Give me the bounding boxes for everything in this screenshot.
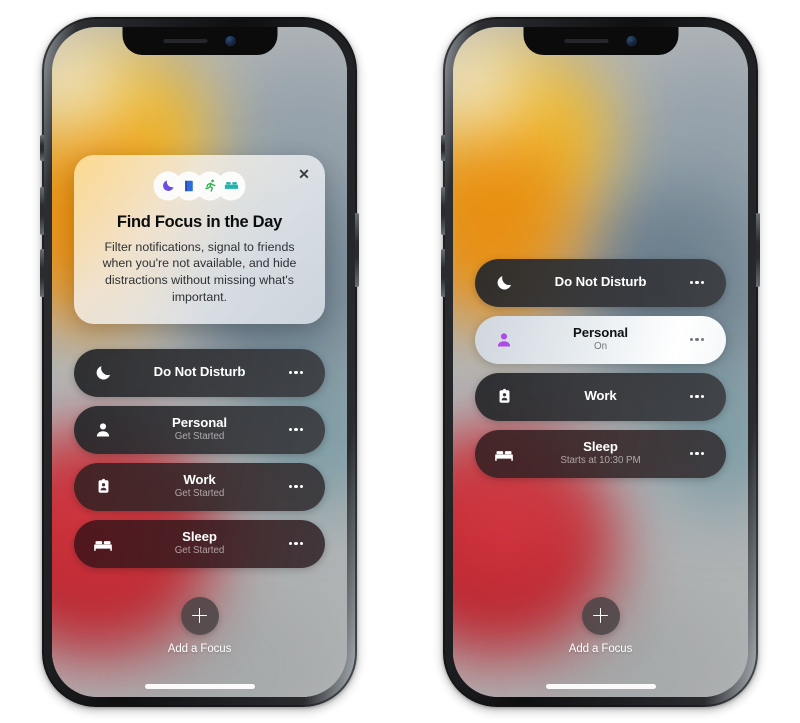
screenshot-stage: ✕ Find Focus in the Day Filter notificat… [0,0,800,723]
more-options-button[interactable] [283,541,309,546]
card-title: Find Focus in the Day [116,212,283,231]
phone-right: Do Not Disturb Personal On Work Sleep St… [441,16,760,707]
add-focus-label: Add a Focus [167,642,232,655]
focus-row-title: Do Not Disturb [153,364,246,380]
plus-icon [593,608,608,623]
focus-row-title: Do Not Disturb [554,274,647,290]
front-camera-icon [225,35,236,46]
power-button[interactable] [355,212,359,287]
moon-icon [90,363,116,382]
screen-left: ✕ Find Focus in the Day Filter notificat… [52,26,347,697]
id-badge-icon [491,388,517,405]
add-focus-label: Add a Focus [568,642,633,655]
focus-row-text: Sleep Starts at 10:30 PM [517,438,684,467]
bed-icon [218,172,244,199]
focus-row-text: Personal On [517,324,684,353]
focus-row-text: Do Not Disturb [116,365,283,380]
home-indicator[interactable] [545,684,656,689]
add-focus-button[interactable] [581,596,620,635]
volume-down-button[interactable] [441,248,445,297]
focus-row-personal-active[interactable]: Personal On [475,315,726,364]
screen-right: Do Not Disturb Personal On Work Sleep St… [453,26,748,697]
focus-row-do-not-disturb[interactable]: Do Not Disturb [74,348,325,397]
focus-row-title: Personal [172,414,227,430]
focus-row-text: Do Not Disturb [517,275,684,290]
focus-row-title: Work [183,471,216,487]
add-focus-section-right: Add a Focus [453,596,748,655]
more-options-button[interactable] [684,280,710,285]
focus-list-right: Do Not Disturb Personal On Work Sleep St… [475,258,726,478]
focus-screen-right: Do Not Disturb Personal On Work Sleep St… [453,27,748,697]
focus-row-work[interactable]: Work [475,372,726,421]
person-icon [90,421,116,439]
earpiece-speaker [163,38,208,43]
plus-icon [192,608,207,623]
focus-row-sleep[interactable]: Sleep Get Started [74,519,325,568]
find-focus-card: ✕ Find Focus in the Day Filter notificat… [74,154,325,324]
add-focus-section-left: Add a Focus [52,596,347,655]
silent-switch[interactable] [441,134,445,161]
volume-down-button[interactable] [40,248,44,297]
person-icon [491,331,517,349]
focus-row-title: Work [584,388,617,404]
close-icon[interactable]: ✕ [295,165,313,183]
focus-row-subtitle: Get Started [174,488,225,500]
focus-row-subtitle: Starts at 10:30 PM [560,455,641,467]
earpiece-speaker [564,38,609,43]
more-options-button[interactable] [283,427,309,432]
more-options-button[interactable] [684,337,710,342]
power-button[interactable] [756,212,760,287]
focus-screen-left: ✕ Find Focus in the Day Filter notificat… [52,27,347,697]
focus-list-left: Do Not Disturb Personal Get Started Work… [74,348,325,568]
more-options-button[interactable] [283,484,309,489]
focus-row-text: Work [517,389,684,404]
focus-row-title: Personal [573,324,628,340]
bed-icon [90,534,116,554]
focus-row-text: Sleep Get Started [116,528,283,557]
focus-row-work[interactable]: Work Get Started [74,462,325,511]
focus-row-title: Sleep [583,438,618,454]
card-body-text: Filter notifications, signal to friends … [102,239,297,305]
phone-left: ✕ Find Focus in the Day Filter notificat… [40,16,359,707]
card-icon-row [90,172,309,199]
volume-up-button[interactable] [40,186,44,235]
add-focus-button[interactable] [180,596,219,635]
silent-switch[interactable] [40,134,44,161]
volume-up-button[interactable] [441,186,445,235]
notch [523,26,678,55]
focus-row-personal[interactable]: Personal Get Started [74,405,325,454]
more-options-button[interactable] [684,451,710,456]
focus-row-sleep[interactable]: Sleep Starts at 10:30 PM [475,429,726,478]
focus-row-text: Work Get Started [116,471,283,500]
focus-row-text: Personal Get Started [116,414,283,443]
notch [122,26,277,55]
focus-row-subtitle: Get Started [174,431,225,443]
bed-icon [491,444,517,464]
id-badge-icon [90,478,116,495]
more-options-button[interactable] [684,394,710,399]
front-camera-icon [626,35,637,46]
focus-row-subtitle: On [594,341,607,353]
home-indicator[interactable] [144,684,255,689]
focus-row-do-not-disturb[interactable]: Do Not Disturb [475,258,726,307]
focus-row-subtitle: Get Started [174,545,225,557]
more-options-button[interactable] [283,370,309,375]
moon-icon [491,273,517,292]
focus-row-title: Sleep [182,528,217,544]
